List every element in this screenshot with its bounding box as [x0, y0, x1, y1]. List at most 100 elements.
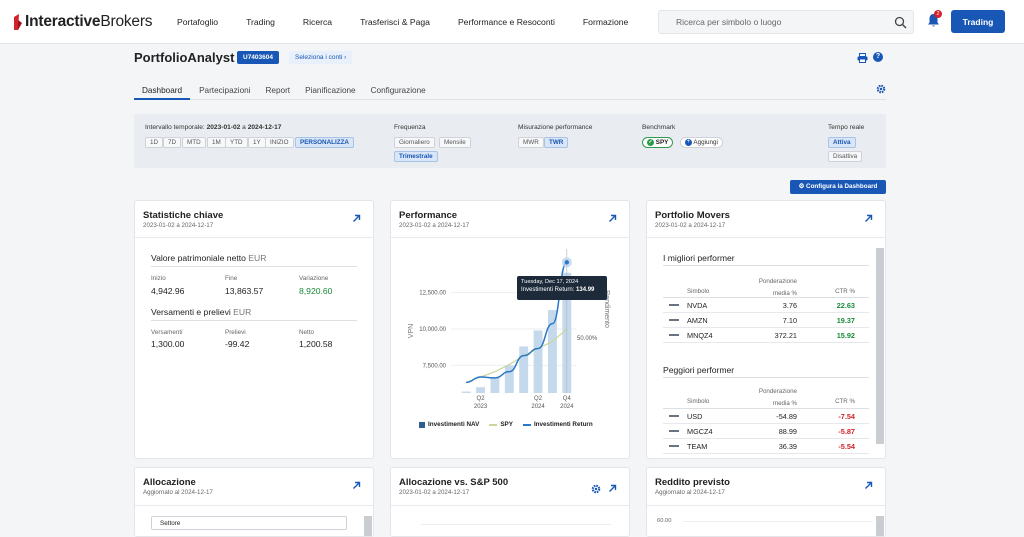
measure-label: Misurazione performance — [518, 124, 593, 131]
notifications-button[interactable]: 2 — [927, 10, 942, 30]
period-chip-ytd[interactable]: YTD — [225, 137, 248, 148]
symbol-cell[interactable]: USD — [687, 412, 702, 421]
arrow-up-right-icon[interactable] — [608, 214, 617, 223]
frequency-label: Frequenza — [394, 124, 426, 131]
brand-logo[interactable]: InteractiveBrokers — [13, 12, 153, 32]
table-row[interactable]: AMZN 7.10 19.37 — [663, 313, 869, 328]
net-value: 1,200.58 — [299, 339, 333, 349]
arrow-up-right-icon[interactable] — [864, 481, 873, 490]
select-accounts-button[interactable]: Seleziona i conti › — [289, 51, 353, 64]
scrollbar[interactable] — [364, 516, 372, 536]
plus-icon: + — [685, 138, 692, 146]
card-title: Allocazione vs. S&P 500 — [399, 477, 509, 488]
legend-return[interactable]: Investimenti Return — [534, 421, 593, 428]
symbol-cell[interactable]: MNQZ4 — [687, 331, 713, 340]
nav-section-title: Valore patrimoniale netto EUR — [151, 253, 267, 263]
gear-icon[interactable] — [591, 484, 601, 494]
legend-spy[interactable]: SPY — [500, 421, 513, 428]
period-from: 2023-01-02 — [206, 124, 241, 131]
card-title: Reddito previsto — [655, 477, 730, 488]
search-input[interactable]: Ricerca per simbolo o luogo — [658, 10, 914, 34]
x-tick-label: Q2 — [477, 396, 486, 402]
tab-dashboard[interactable]: Dashboard — [134, 82, 191, 100]
card-title: Performance — [399, 210, 458, 221]
period-chip-7d[interactable]: 7D — [163, 137, 182, 148]
table-row[interactable]: USD -54.89 -7.54 — [663, 409, 869, 424]
nav-value-start: 4,942.96 — [151, 286, 185, 296]
arrow-up-right-icon[interactable] — [352, 214, 361, 223]
table-row[interactable]: NVDA 3.76 22.63 — [663, 298, 869, 313]
period-chip-mtd[interactable]: MTD — [182, 137, 206, 148]
table-row[interactable]: MGCZ4 88.99 -5.87 — [663, 424, 869, 439]
period-chip-inception[interactable]: INIZIO — [265, 137, 294, 148]
nav-portfolio[interactable]: Portafoglio — [177, 17, 218, 27]
col-ctr: CTR % — [835, 398, 855, 405]
measure-chip-twr[interactable]: TWR — [544, 137, 569, 148]
benchmark-add-button[interactable]: + Aggiungi — [680, 137, 723, 148]
scrollbar[interactable] — [876, 516, 884, 536]
symbol-cell[interactable]: NVDA — [687, 301, 707, 310]
nav-trading[interactable]: Trading — [246, 17, 275, 27]
check-icon: ✓ — [647, 138, 654, 146]
search-icon[interactable] — [894, 16, 907, 29]
period-chip-1y[interactable]: 1Y — [248, 137, 266, 148]
nav-performance-reports[interactable]: Performance e Resoconti — [458, 17, 555, 27]
card-title: Portfolio Movers — [655, 210, 730, 221]
card-subtitle: Aggiornato al 2024-12-17 — [143, 489, 213, 496]
symbol-cell[interactable]: TEAM — [687, 442, 707, 451]
realtime-chip-off[interactable]: Disattiva — [828, 151, 863, 162]
chart-legend: Investimenti NAV SPY Investimenti Return — [419, 421, 593, 428]
help-icon[interactable]: ? — [873, 52, 883, 62]
card-subtitle: 2023-01-02 a 2024-12-17 — [399, 222, 470, 229]
arrow-up-right-icon[interactable] — [864, 214, 873, 223]
tab-planning[interactable]: Pianificazione — [305, 82, 356, 100]
nav-transfer-pay[interactable]: Trasferisci & Paga — [360, 17, 430, 27]
arrow-up-right-icon[interactable] — [352, 481, 361, 490]
account-badge[interactable]: U7403604 — [237, 51, 279, 64]
brand-name-rest: Brokers — [100, 13, 153, 30]
nav-bar — [490, 377, 500, 393]
benchmark-chip-spy[interactable]: ✓ SPY — [642, 137, 674, 148]
tab-bar: Dashboard Partecipazioni Report Pianific… — [134, 82, 886, 100]
withdrawals-value: -99.42 — [225, 339, 250, 349]
period-chip-1d[interactable]: 1D — [145, 137, 164, 148]
deposits-label: Versamenti — [151, 329, 183, 336]
symbol-cell[interactable]: AMZN — [687, 316, 708, 325]
print-icon[interactable] — [857, 53, 868, 63]
arrow-up-right-icon[interactable] — [608, 484, 617, 493]
net-label: Netto — [299, 329, 315, 336]
frequency-chip-daily[interactable]: Giornaliero — [394, 137, 435, 148]
allocation-card: Allocazione Aggiornato al 2024-12-17 Set… — [134, 467, 374, 537]
col-symbol: Simbolo — [687, 288, 710, 295]
trading-button[interactable]: Trading — [951, 10, 1005, 33]
card-title: Statistiche chiave — [143, 210, 224, 221]
gear-icon[interactable] — [876, 84, 886, 94]
y2-tick-label: 50.00% — [577, 336, 598, 342]
period-chip-custom[interactable]: PERSONALIZZA — [295, 137, 354, 148]
tab-report[interactable]: Report — [266, 82, 291, 100]
allocation-dropdown[interactable]: Settore — [151, 516, 347, 530]
realtime-chip-on[interactable]: Attiva — [828, 137, 856, 148]
scrollbar[interactable] — [876, 248, 884, 444]
configure-dashboard-button[interactable]: ⚙ Configura la Dashboard — [790, 180, 886, 194]
table-row[interactable]: TEAM 36.39 -5.54 — [663, 439, 869, 454]
weight-cell: 36.39 — [778, 442, 797, 451]
frequency-chip-monthly[interactable]: Mensile — [439, 137, 471, 148]
y-axis-label: VPN — [408, 324, 415, 338]
row-marker-icon — [669, 304, 679, 306]
performance-card: Performance 2023-01-02 a 2024-12-17 12,5… — [390, 200, 630, 459]
period-filter-label: Intervallo temporale: 2023-01-02 a 2024-… — [145, 124, 282, 131]
row-marker-icon — [669, 334, 679, 336]
tab-holdings[interactable]: Partecipazioni — [199, 82, 250, 100]
measure-chip-mwr[interactable]: MWR — [518, 137, 544, 148]
tab-configuration[interactable]: Configurazione — [371, 82, 426, 100]
table-row[interactable]: MNQZ4 372.21 15.92 — [663, 328, 869, 343]
period-chip-1m[interactable]: 1M — [207, 137, 226, 148]
frequency-chip-quarterly[interactable]: Trimestrale — [394, 151, 438, 162]
legend-nav[interactable]: Investimenti NAV — [428, 421, 479, 428]
weight-cell: 372.21 — [774, 331, 797, 340]
nav-education[interactable]: Formazione — [583, 17, 628, 27]
symbol-cell[interactable]: MGCZ4 — [687, 427, 713, 436]
legend-swatch-spy — [489, 423, 498, 426]
nav-research[interactable]: Ricerca — [303, 17, 332, 27]
